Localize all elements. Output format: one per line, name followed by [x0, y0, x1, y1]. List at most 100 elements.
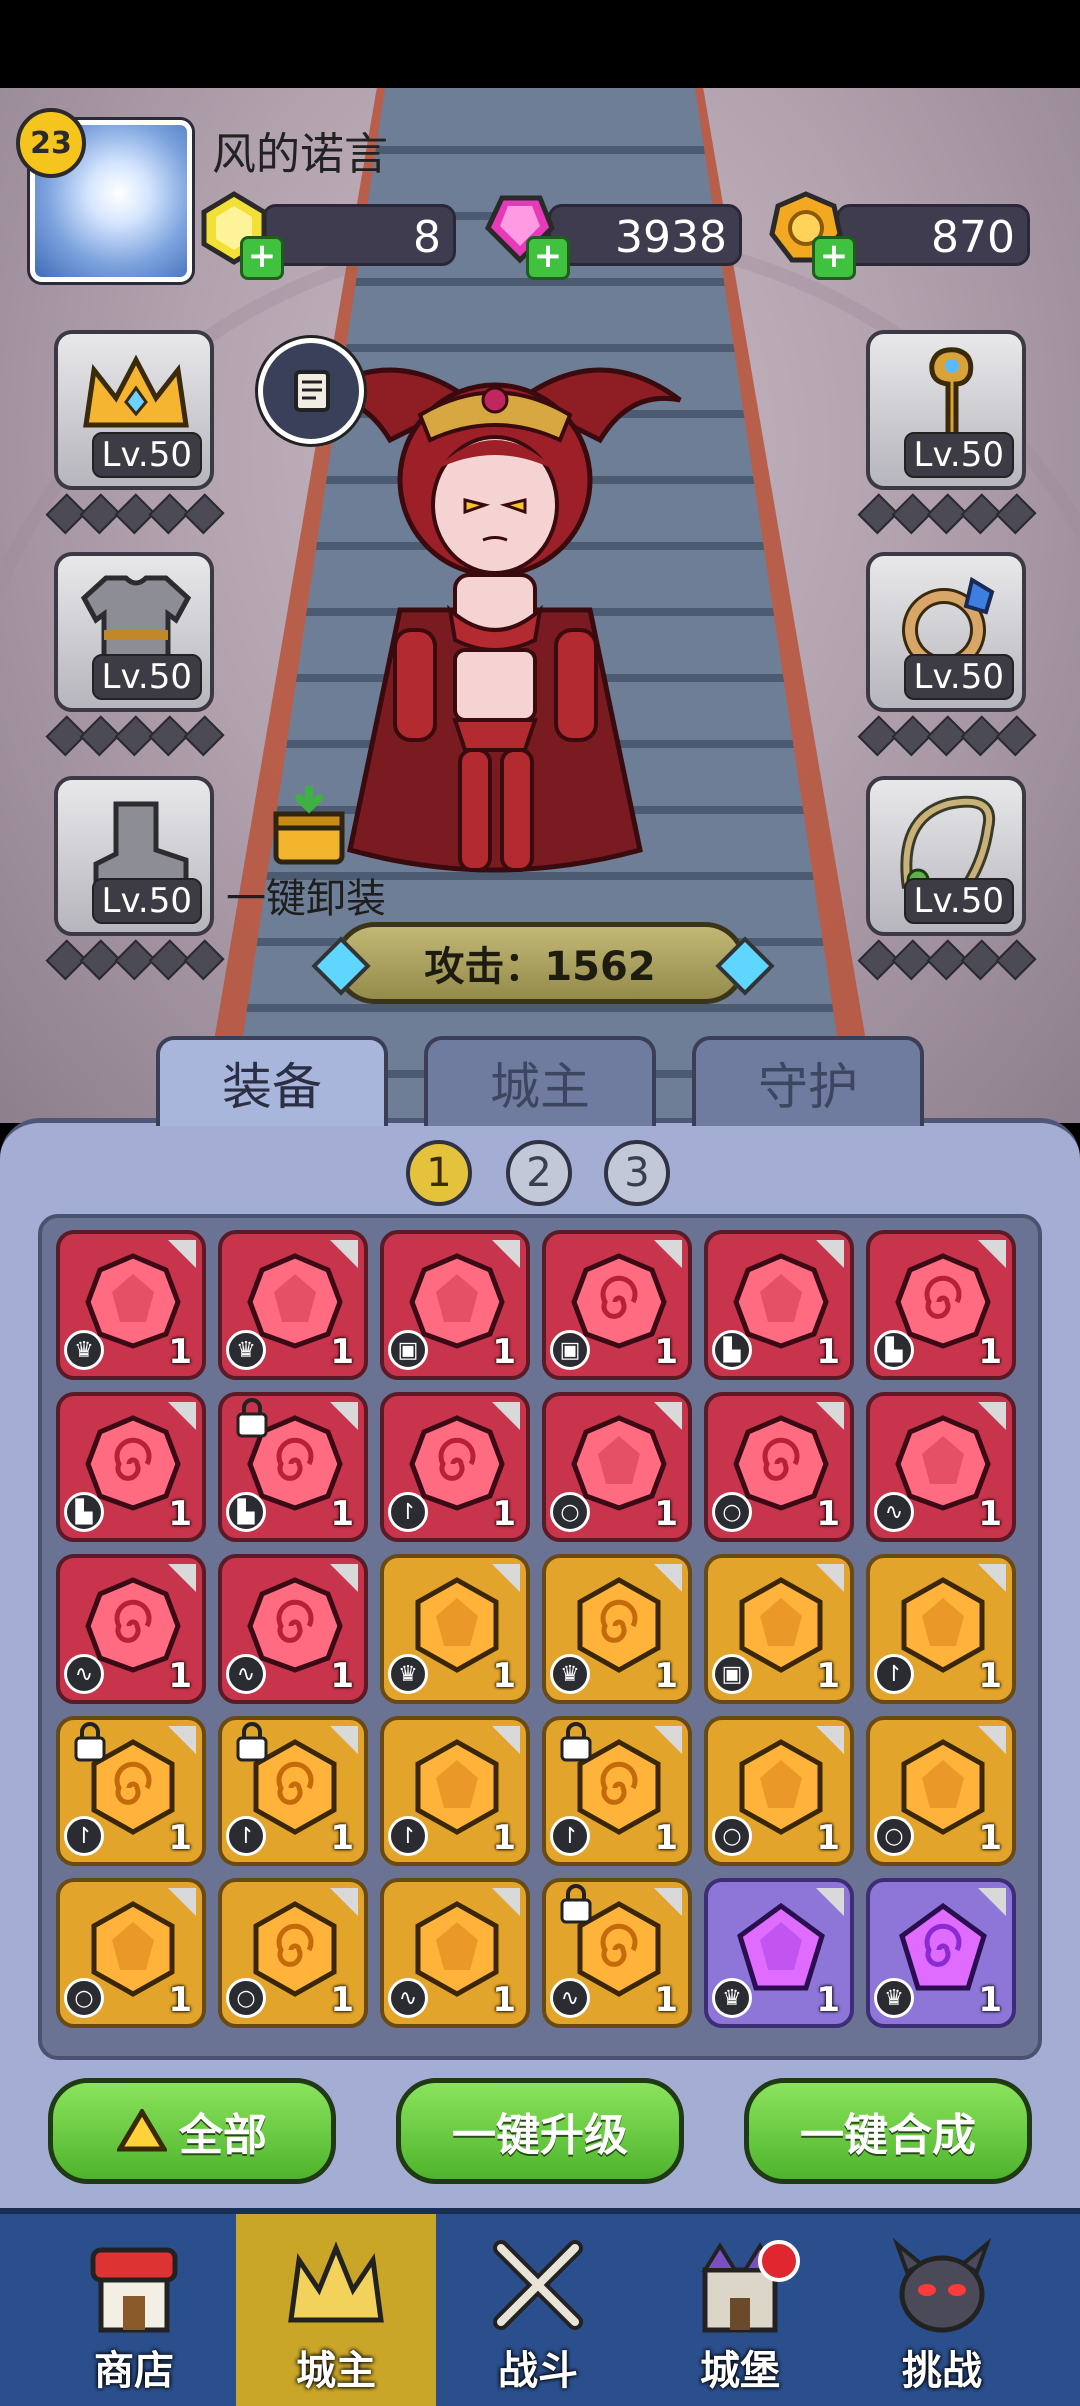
nav-shop[interactable]: 商店 — [34, 2214, 234, 2406]
shop-icon — [90, 2247, 178, 2333]
inventory-item[interactable]: ▙ 1 — [704, 1230, 854, 1380]
item-count: 1 — [330, 1980, 354, 2020]
add-pink-gem-button[interactable]: + — [526, 236, 570, 280]
inventory-item[interactable]: ↾ 1 — [218, 1716, 368, 1866]
tab-equipment[interactable]: 装备 — [156, 1036, 388, 1126]
item-count: 1 — [816, 1332, 840, 1372]
inventory-item[interactable]: ○ 1 — [866, 1716, 1016, 1866]
item-count: 1 — [330, 1332, 354, 1372]
add-coin-button[interactable]: + — [812, 236, 856, 280]
inventory-item[interactable]: ▙ 1 — [866, 1230, 1016, 1380]
crown-slot-icon: ♛ — [874, 1978, 914, 2018]
nav-castle[interactable]: 城堡 — [640, 2214, 840, 2406]
status-bar — [0, 0, 1080, 88]
boots-slot-icon: ▙ — [226, 1492, 266, 1532]
star-rating-boots — [45, 939, 225, 981]
ring-slot-icon: ○ — [712, 1492, 752, 1532]
inventory-item[interactable]: ▣ 1 — [704, 1554, 854, 1704]
page-1-button[interactable]: 1 — [406, 1140, 472, 1206]
inventory-item[interactable]: ∿ 1 — [542, 1878, 692, 2028]
lock-icon — [236, 1722, 268, 1762]
inventory-item[interactable]: ∿ 1 — [56, 1554, 206, 1704]
item-count: 1 — [330, 1818, 354, 1858]
necklace-slot-icon: ∿ — [64, 1654, 104, 1694]
inventory-item[interactable]: ♛ 1 — [704, 1878, 854, 2028]
ring-slot-icon: ○ — [226, 1978, 266, 2018]
item-count: 1 — [978, 1818, 1002, 1858]
equip-slot-necklace[interactable]: Lv.50 — [866, 776, 1026, 936]
inventory-item[interactable]: ▣ 1 — [542, 1230, 692, 1380]
inventory-item[interactable]: ○ 1 — [218, 1878, 368, 2028]
demon-icon — [892, 2237, 992, 2333]
merge-all-button[interactable]: 一键合成 — [744, 2078, 1032, 2184]
unequip-chest-icon[interactable] — [272, 786, 346, 866]
armor-slot-icon: ▣ — [712, 1654, 752, 1694]
bottom-navigation: 商店 城主 战斗 城堡 挑战 — [0, 2208, 1080, 2406]
star-rating-ring — [857, 715, 1037, 757]
attack-label: 攻击：1562 — [424, 944, 656, 990]
inventory-item[interactable]: ▙ 1 — [56, 1392, 206, 1542]
item-count: 1 — [654, 1980, 678, 2020]
inventory-item[interactable]: ▣ 1 — [380, 1230, 530, 1380]
unequip-all-label[interactable]: 一键卸装 — [226, 866, 386, 924]
inventory-item[interactable]: ▙ 1 — [218, 1392, 368, 1542]
inventory-item[interactable]: ↾ 1 — [56, 1716, 206, 1866]
staff-slot-icon: ↾ — [388, 1816, 428, 1856]
item-count: 1 — [654, 1656, 678, 1696]
nav-challenge[interactable]: 挑战 — [842, 2214, 1042, 2406]
armor-icon — [80, 575, 192, 663]
inventory-item[interactable]: ○ 1 — [542, 1392, 692, 1542]
crown-slot-icon: ♛ — [64, 1330, 104, 1370]
page-3-button[interactable]: 3 — [604, 1140, 670, 1206]
inventory-item[interactable]: ∿ 1 — [866, 1392, 1016, 1542]
inventory-item[interactable]: ↾ 1 — [380, 1716, 530, 1866]
tab-guard[interactable]: 守护 — [692, 1036, 924, 1126]
staff-slot-icon: ↾ — [64, 1816, 104, 1856]
tab-lord[interactable]: 城主 — [424, 1036, 656, 1126]
inventory-item[interactable]: ∿ 1 — [218, 1554, 368, 1704]
equip-slot-boots[interactable]: Lv.50 — [54, 776, 214, 936]
swords-icon — [493, 2240, 583, 2330]
scroll-icon — [294, 370, 330, 412]
inventory-item[interactable]: ↾ 1 — [542, 1716, 692, 1866]
equip-slot-crown[interactable]: Lv.50 — [54, 330, 214, 490]
inventory-item[interactable]: ♛ 1 — [56, 1230, 206, 1380]
equip-slot-staff[interactable]: Lv.50 — [866, 330, 1026, 490]
lock-icon — [236, 1398, 268, 1438]
crown-icon — [83, 354, 189, 428]
page-2-button[interactable]: 2 — [506, 1140, 572, 1206]
add-gold-crystal-button[interactable]: + — [240, 236, 284, 280]
equip-slot-ring[interactable]: Lv.50 — [866, 552, 1026, 712]
nav-battle[interactable]: 战斗 — [438, 2214, 638, 2406]
filter-all-label: 全部 — [179, 2110, 267, 2161]
inventory-grid: ♛ 1 ♛ 1 ▣ 1 ▣ 1 ▙ 1 ▙ 1 ▙ 1 ▙ 1 ↾ 1 ○ 1 ○ 1 ∿ 1 ∿ 1 ∿ 1 ♛ 1 ♛ 1 ▣ 1 ↾ 1 ↾ 1 ↾ 1… — [38, 1214, 1042, 2060]
attack-stat: 攻击：1562 — [334, 922, 746, 1004]
equip-slot-armor[interactable]: Lv.50 — [54, 552, 214, 712]
inventory-item[interactable]: ○ 1 — [704, 1716, 854, 1866]
slot-level: Lv.50 — [903, 878, 1014, 924]
scroll-info-button[interactable] — [258, 338, 364, 444]
boots-slot-icon: ▙ — [64, 1492, 104, 1532]
slot-level: Lv.50 — [91, 432, 202, 478]
inventory-item[interactable]: ↾ 1 — [380, 1392, 530, 1542]
nav-lord[interactable]: 城主 — [236, 2214, 436, 2406]
necklace-slot-icon: ∿ — [388, 1978, 428, 2018]
inventory-item[interactable]: ○ 1 — [704, 1392, 854, 1542]
item-count: 1 — [492, 1980, 516, 2020]
filter-all-button[interactable]: 全部 — [48, 2078, 336, 2184]
inventory-item[interactable]: ♛ 1 — [542, 1554, 692, 1704]
inventory-item[interactable]: ∿ 1 — [380, 1878, 530, 2028]
item-count: 1 — [492, 1818, 516, 1858]
item-count: 1 — [168, 1494, 192, 1534]
staff-slot-icon: ↾ — [226, 1816, 266, 1856]
staff-slot-icon: ↾ — [388, 1492, 428, 1532]
ring-slot-icon: ○ — [550, 1492, 590, 1532]
boots-slot-icon: ▙ — [874, 1330, 914, 1370]
item-count: 1 — [816, 1494, 840, 1534]
inventory-item[interactable]: ♛ 1 — [218, 1230, 368, 1380]
inventory-item[interactable]: ↾ 1 — [866, 1554, 1016, 1704]
upgrade-all-button[interactable]: 一键升级 — [396, 2078, 684, 2184]
inventory-item[interactable]: ♛ 1 — [866, 1878, 1016, 2028]
inventory-item[interactable]: ♛ 1 — [380, 1554, 530, 1704]
inventory-item[interactable]: ○ 1 — [56, 1878, 206, 2028]
